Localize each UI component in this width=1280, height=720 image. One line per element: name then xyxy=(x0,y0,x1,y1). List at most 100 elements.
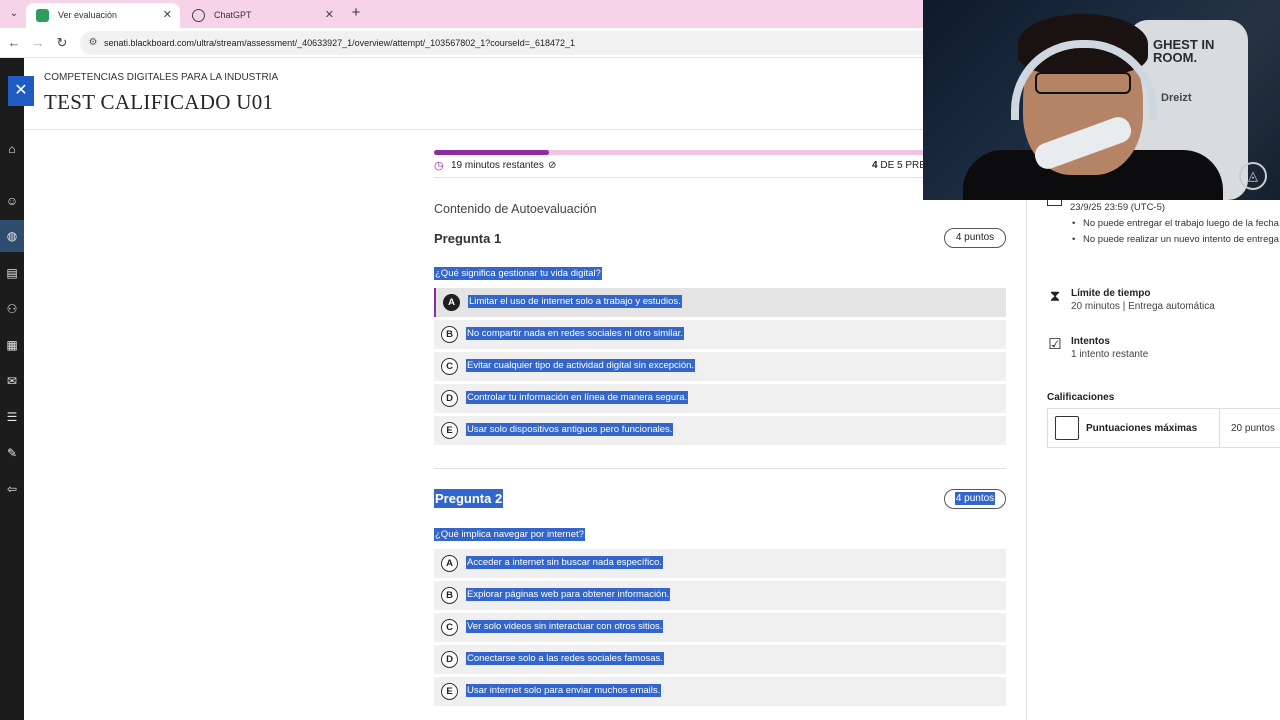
option-2-a[interactable]: A Acceder a internet sin buscar nada esp… xyxy=(434,549,1006,578)
option-label: No compartir nada en redes sociales ni o… xyxy=(466,327,684,340)
option-label: Explorar páginas web para obtener inform… xyxy=(466,588,671,601)
question-2-points: 4 puntos xyxy=(944,489,1006,509)
question-2-heading: Pregunta 2 xyxy=(434,489,504,508)
option-1-e[interactable]: E Usar solo dispositivos antiguos pero f… xyxy=(434,416,1006,445)
option-text: Ver solo videos sin interactuar con otro… xyxy=(466,620,664,633)
courses-icon[interactable]: ▤ xyxy=(5,266,19,280)
streamer-logo-icon: ◬ xyxy=(1239,162,1267,190)
option-letter: C xyxy=(441,358,458,375)
tab-ver-evaluacion[interactable]: Ver evaluación ✕ xyxy=(26,3,180,28)
option-text: No compartir nada en redes sociales ni o… xyxy=(466,327,684,340)
institution-icon[interactable]: ⌂ xyxy=(5,142,19,156)
attempts-title: Intentos xyxy=(1071,336,1110,347)
hourglass-icon: ⧗ xyxy=(1049,288,1061,305)
question-text: ¿Qué implica navegar por internet? xyxy=(434,528,585,541)
close-panel-button[interactable]: ✕ xyxy=(8,76,34,106)
tab-chatgpt[interactable]: ChatGPT ✕ xyxy=(182,3,342,28)
option-text: Conectarse solo a las redes sociales fam… xyxy=(466,652,664,665)
tab-label: Ver evaluación xyxy=(58,10,118,20)
attempts-value: 1 intento restante xyxy=(1071,349,1149,360)
hide-timer-icon[interactable]: ⊘ xyxy=(548,160,556,172)
logout-icon[interactable]: ⇦ xyxy=(5,482,19,496)
option-letter: E xyxy=(441,422,458,439)
time-limit-value: 20 minutos | Entrega automática xyxy=(1071,301,1215,312)
option-text: Acceder a internet sin buscar nada espec… xyxy=(466,556,663,569)
tools-icon[interactable]: ✎ xyxy=(5,446,19,460)
url-text: senati.blackboard.com/ultra/stream/asses… xyxy=(104,38,576,48)
calendar-icon[interactable]: ▦ xyxy=(5,338,19,352)
option-letter: B xyxy=(441,326,458,343)
site-info-icon[interactable]: ⚙ xyxy=(86,36,100,50)
option-label: Ver solo videos sin interactuar con otro… xyxy=(466,620,664,633)
timer-icon: ◷ xyxy=(434,160,444,172)
grade-value: 20 puntos xyxy=(1231,423,1275,434)
question-text: ¿Qué significa gestionar tu vida digital… xyxy=(434,267,602,280)
option-letter: A xyxy=(441,555,458,572)
option-1-b[interactable]: B No compartir nada en redes sociales ni… xyxy=(434,320,1006,349)
grades-icon[interactable]: ☰ xyxy=(5,410,19,424)
blackboard-icon xyxy=(36,9,49,22)
option-letter: A xyxy=(443,294,460,311)
option-label: Limitar el uso de internet solo a trabaj… xyxy=(468,295,682,308)
option-letter: B xyxy=(441,587,458,604)
question-1-heading: Pregunta 1 xyxy=(434,231,502,246)
time-limit-title: Límite de tiempo xyxy=(1071,288,1151,299)
organizations-icon[interactable]: ⚇ xyxy=(5,302,19,316)
forward-icon[interactable]: → xyxy=(28,33,48,53)
option-2-b[interactable]: B Explorar páginas web para obtener info… xyxy=(434,581,1006,610)
url-field[interactable]: ⚙ senati.blackboard.com/ultra/stream/ass… xyxy=(80,31,940,55)
document-icon xyxy=(1055,416,1079,440)
option-letter: E xyxy=(441,683,458,700)
divider xyxy=(434,468,1006,469)
checkbox-icon: ☑ xyxy=(1048,336,1062,353)
profile-icon[interactable]: ☺ xyxy=(5,194,19,208)
option-text: Explorar páginas web para obtener inform… xyxy=(466,588,671,601)
chair-brand: Dreizt xyxy=(1161,92,1192,104)
due-date-notes: No puede entregar el trabajo luego de la… xyxy=(1070,219,1280,251)
option-letter: D xyxy=(441,651,458,668)
close-icon[interactable]: ✕ xyxy=(325,3,334,28)
option-label: Controlar tu información en línea de man… xyxy=(466,391,689,404)
progress-bar xyxy=(434,150,944,155)
grade-card: Puntuaciones máximas 20 puntos xyxy=(1047,408,1280,448)
tab-search-icon[interactable]: ⌄ xyxy=(4,4,24,24)
option-1-c[interactable]: C Evitar cualquier tipo de actividad dig… xyxy=(434,352,1006,381)
webcam-overlay: GHEST IN ROOM. Dreizt ◬ xyxy=(923,0,1280,200)
question-1-text: ¿Qué significa gestionar tu vida digital… xyxy=(434,267,602,280)
back-icon[interactable]: ← xyxy=(4,33,24,53)
option-text: Controlar tu información en línea de man… xyxy=(466,391,689,404)
question-heading-label: Pregunta 2 xyxy=(434,489,504,508)
option-text: Evitar cualquier tipo de actividad digit… xyxy=(466,359,696,372)
reload-icon[interactable]: ↻ xyxy=(52,33,72,53)
chatgpt-icon xyxy=(192,9,205,22)
points-label: 4 puntos xyxy=(954,492,996,505)
option-1-d[interactable]: D Controlar tu información en línea de m… xyxy=(434,384,1006,413)
option-text: Usar internet solo para enviar muchos em… xyxy=(466,684,662,697)
option-1-a[interactable]: A Limitar el uso de internet solo a trab… xyxy=(434,288,1006,317)
option-label: Evitar cualquier tipo de actividad digit… xyxy=(466,359,696,372)
option-label: Acceder a internet sin buscar nada espec… xyxy=(466,556,663,569)
question-2-text: ¿Qué implica navegar por internet? xyxy=(434,528,585,541)
option-2-d[interactable]: D Conectarse solo a las redes sociales f… xyxy=(434,645,1006,674)
messages-icon[interactable]: ✉ xyxy=(5,374,19,388)
option-text: Limitar el uso de internet solo a trabaj… xyxy=(468,295,682,308)
left-nav: ⌂ ☺ ◍ ▤ ⚇ ▦ ✉ ☰ ✎ ⇦ xyxy=(0,58,24,720)
page-title: TEST CALIFICADO U01 xyxy=(44,90,274,114)
close-icon[interactable]: ✕ xyxy=(163,3,172,28)
new-tab-button[interactable]: + xyxy=(346,4,366,24)
activity-icon[interactable]: ◍ xyxy=(0,220,24,252)
option-letter: C xyxy=(441,619,458,636)
option-label: Usar internet solo para enviar muchos em… xyxy=(466,684,662,697)
timer-text: 19 minutos restantes xyxy=(451,160,544,171)
option-label: Usar solo dispositivos antiguos pero fun… xyxy=(466,423,674,436)
section-title: Contenido de Autoevaluación xyxy=(434,202,597,216)
due-date: 23/9/25 23:59 (UTC-5) xyxy=(1070,202,1166,213)
option-text: Usar solo dispositivos antiguos pero fun… xyxy=(466,423,674,436)
note-item: No puede realizar un nuevo intento de en… xyxy=(1070,235,1280,245)
course-name: COMPETENCIAS DIGITALES PARA LA INDUSTRIA xyxy=(44,72,279,83)
note-item: No puede entregar el trabajo luego de la… xyxy=(1070,219,1280,229)
tab-label: ChatGPT xyxy=(214,10,252,20)
option-2-c[interactable]: C Ver solo videos sin interactuar con ot… xyxy=(434,613,1006,642)
option-2-e[interactable]: E Usar internet solo para enviar muchos … xyxy=(434,677,1006,706)
question-1-points: 4 puntos xyxy=(944,228,1006,248)
